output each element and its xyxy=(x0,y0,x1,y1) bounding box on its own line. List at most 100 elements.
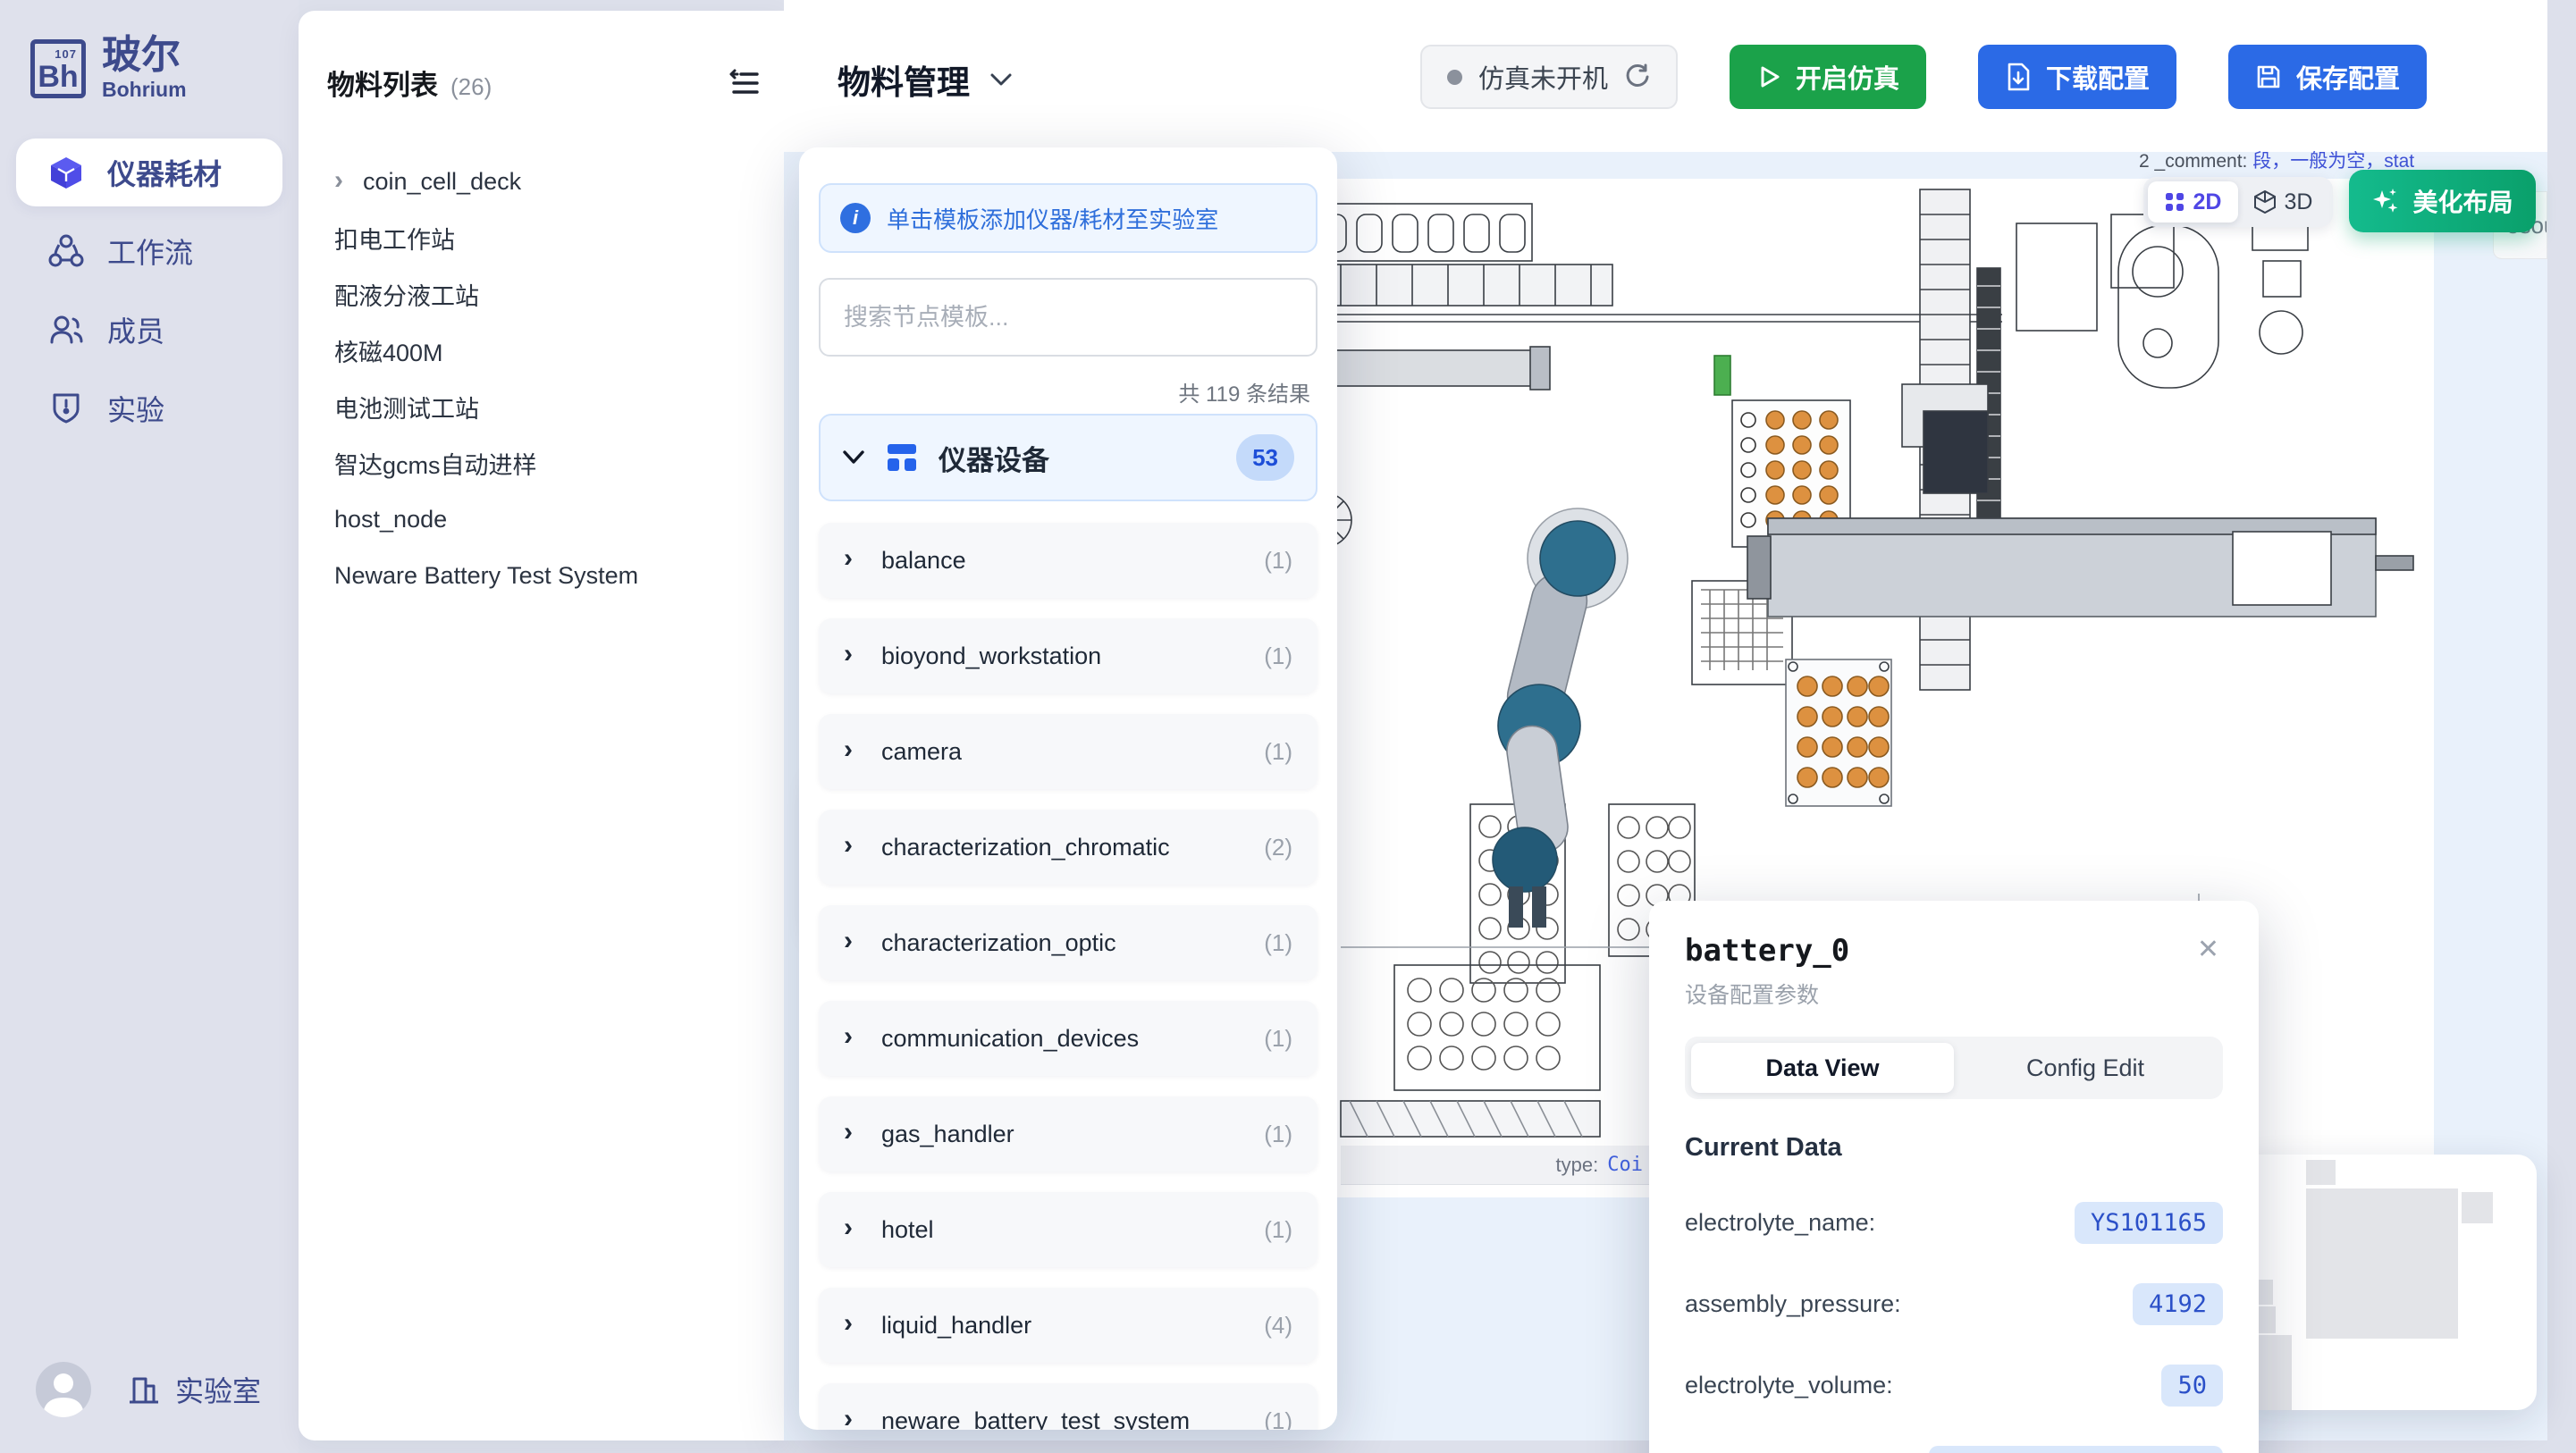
category-balance[interactable]: › balance (1) xyxy=(819,523,1317,598)
type-value: Coi xyxy=(1607,1154,1643,1176)
popup-tabs: Data View Config Edit xyxy=(1685,1037,2223,1099)
category-count: (1) xyxy=(1264,929,1292,957)
close-icon[interactable]: ✕ xyxy=(2193,933,2223,967)
material-item-label: 电池测试工站 xyxy=(334,390,479,424)
category-count: (1) xyxy=(1264,643,1292,670)
sim-status-pill[interactable]: 仿真未开机 xyxy=(1420,45,1678,109)
view-3d-button[interactable]: 3D xyxy=(2238,181,2328,223)
material-item-label: 核磁400M xyxy=(334,333,443,368)
group-label: 仪器设备 xyxy=(939,438,1049,478)
logo-symbol: Bh xyxy=(38,62,78,92)
category-count: (1) xyxy=(1264,738,1292,766)
lab-switcher[interactable]: 实验室 xyxy=(127,1369,261,1410)
material-item-label: Neware Battery Test System xyxy=(334,562,638,590)
chevron-down-icon xyxy=(989,71,1013,88)
field-electrolyte-name: electrolyte_name: YS101165 xyxy=(1685,1202,2223,1244)
save-icon xyxy=(2255,63,2282,90)
view-3d-label: 3D xyxy=(2285,189,2313,215)
materials-list: › coin_cell_deck 扣电工作站 配液分液工站 核磁400M 电池测… xyxy=(334,154,761,604)
tab-data-view[interactable]: Data View xyxy=(1691,1043,1954,1093)
category-gas-handler[interactable]: › gas_handler (1) xyxy=(819,1096,1317,1172)
category-hotel[interactable]: › hotel (1) xyxy=(819,1192,1317,1267)
view-2d-button[interactable]: 2D xyxy=(2148,181,2238,223)
logo-name-en: Bohrium xyxy=(102,78,187,102)
field-value: 50 xyxy=(2161,1365,2223,1407)
category-name: balance xyxy=(881,547,966,575)
layout-canvas[interactable]: 2 _comment: 段，一般为空，stat esou 2D xyxy=(784,152,2547,1440)
category-count: (1) xyxy=(1264,1025,1292,1053)
play-icon xyxy=(1756,64,1781,89)
category-name: gas_handler xyxy=(881,1121,1014,1148)
field-open-circuit-voltage: open_circuit_voltage: 3.1559998989105225 xyxy=(1685,1446,2223,1453)
chevron-right-icon: › xyxy=(844,926,853,956)
category-liquid-handler[interactable]: › liquid_handler (4) xyxy=(819,1288,1317,1363)
category-camera[interactable]: › camera (1) xyxy=(819,714,1317,789)
category-characterization-chromatic[interactable]: › characterization_chromatic (2) xyxy=(819,810,1317,885)
start-simulation-button[interactable]: 开启仿真 xyxy=(1730,45,1926,109)
sidebar-item-members[interactable]: 成员 xyxy=(16,296,282,364)
field-label: electrolyte_volume: xyxy=(1685,1372,1893,1399)
download-config-label: 下载配置 xyxy=(2046,58,2150,96)
category-count: (2) xyxy=(1264,834,1292,861)
sidebar-item-workflow[interactable]: 工作流 xyxy=(16,217,282,285)
palette-tip-text: 单击模板添加仪器/耗材至实验室 xyxy=(887,202,1218,235)
category-neware-battery-test-system[interactable]: › neware_battery_test_system (1) xyxy=(819,1383,1317,1430)
workflow-icon xyxy=(48,233,84,269)
page-title-dropdown[interactable]: 物料管理 xyxy=(838,55,1013,104)
save-config-button[interactable]: 保存配置 xyxy=(2228,45,2427,109)
materials-header: 物料列表 (26) xyxy=(327,63,761,103)
template-search-input[interactable] xyxy=(819,278,1317,357)
material-item[interactable]: 扣电工作站 xyxy=(334,210,761,266)
material-item[interactable]: 智达gcms自动进样 xyxy=(334,435,761,491)
avatar[interactable] xyxy=(36,1362,91,1417)
topbar: 物料管理 仿真未开机 开启仿真 xyxy=(784,0,2547,152)
field-assembly-pressure: assembly_pressure: 4192 xyxy=(1685,1283,2223,1325)
materials-title: 物料列表 xyxy=(327,63,438,103)
cube-3d-icon xyxy=(2254,190,2276,214)
popup-header: battery_0 ✕ xyxy=(1685,933,2223,969)
category-name: characterization_chromatic xyxy=(881,834,1170,861)
popup-title: battery_0 xyxy=(1685,933,1849,969)
page-title: 物料管理 xyxy=(838,55,970,104)
download-config-button[interactable]: 下载配置 xyxy=(1978,45,2176,109)
group-instruments[interactable]: 仪器设备 53 xyxy=(819,414,1317,501)
chevron-right-icon: › xyxy=(844,1021,853,1052)
category-count: (1) xyxy=(1264,1407,1292,1431)
sidebar-footer: 实验室 xyxy=(36,1362,261,1417)
logo-element-box: 107 Bh xyxy=(30,39,86,98)
category-count: (1) xyxy=(1264,1216,1292,1244)
category-name: neware_battery_test_system xyxy=(881,1407,1190,1431)
material-item[interactable]: › coin_cell_deck xyxy=(334,154,761,210)
material-item-label: host_node xyxy=(334,506,447,533)
materials-count: (26) xyxy=(450,73,492,101)
field-label: assembly_pressure: xyxy=(1685,1290,1901,1318)
comment-prefix: 2 _comment: xyxy=(2139,151,2247,172)
category-communication-devices[interactable]: › communication_devices (1) xyxy=(819,1001,1317,1076)
sidebar-item-instruments[interactable]: 仪器耗材 xyxy=(16,139,282,206)
sidebar-item-experiments[interactable]: 实验 xyxy=(16,374,282,442)
topbar-actions: 仿真未开机 开启仿真 下载 xyxy=(1420,45,2427,109)
material-item[interactable]: 核磁400M xyxy=(334,323,761,379)
minimap-block xyxy=(2462,1192,2493,1223)
sidebar-item-label: 成员 xyxy=(107,309,164,350)
comment-value: 段，一般为空，stat xyxy=(2252,151,2414,172)
field-value: 4192 xyxy=(2133,1283,2223,1325)
material-item[interactable]: host_node xyxy=(334,491,761,548)
material-item-label: coin_cell_deck xyxy=(363,168,521,196)
field-label: electrolyte_name: xyxy=(1685,1209,1875,1237)
beautify-layout-button[interactable]: 美化布局 xyxy=(2349,170,2536,232)
material-item-label: 配液分液工站 xyxy=(334,277,479,312)
material-item[interactable]: 电池测试工站 xyxy=(334,379,761,435)
minimap-block xyxy=(2306,1160,2336,1185)
minimap[interactable] xyxy=(2235,1155,2537,1410)
category-characterization-optic[interactable]: › characterization_optic (1) xyxy=(819,905,1317,980)
refresh-icon[interactable] xyxy=(1624,63,1651,90)
collapse-list-icon[interactable] xyxy=(728,67,761,99)
material-item[interactable]: Neware Battery Test System xyxy=(334,548,761,604)
popup-subtitle: 设备配置参数 xyxy=(1685,978,2223,1010)
category-bioyond-workstation[interactable]: › bioyond_workstation (1) xyxy=(819,618,1317,693)
logo-text: 玻尔 Bohrium xyxy=(102,36,187,102)
material-item[interactable]: 配液分液工站 xyxy=(334,266,761,323)
tab-config-edit[interactable]: Config Edit xyxy=(1954,1043,2217,1093)
sidebar: 107 Bh 玻尔 Bohrium 仪器耗材 xyxy=(0,0,299,1453)
